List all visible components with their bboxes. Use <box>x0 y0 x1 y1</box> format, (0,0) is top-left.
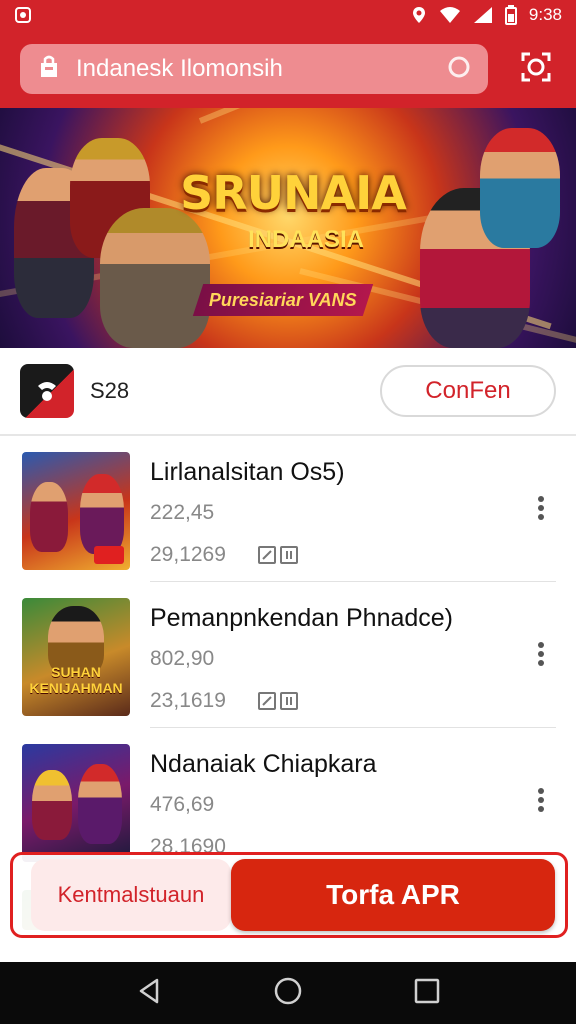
developer-logo[interactable] <box>20 364 74 418</box>
app-list: Lirlanalsitan Os5) 222,45 29,1269 SUHAN … <box>0 436 576 930</box>
banner-ribbon: Puresiariar VANS <box>192 284 374 316</box>
search-bar[interactable]: Indanesk Ilomonsih <box>20 44 488 94</box>
recents-icon <box>414 978 440 1009</box>
more-options-icon[interactable] <box>526 780 556 820</box>
secondary-button[interactable]: Kentmalstuaun <box>31 859 231 931</box>
location-icon <box>411 6 427 24</box>
primary-install-button[interactable]: Torfa APR <box>231 859 555 931</box>
home-icon <box>273 976 303 1011</box>
developer-row: S28 ConFen <box>0 348 576 436</box>
banner-subtitle: INDAASIA <box>247 226 364 253</box>
more-options-icon[interactable] <box>526 634 556 674</box>
store-bag-icon <box>36 54 62 85</box>
scan-icon <box>520 51 552 88</box>
app-screen: 9:38 Indanesk Ilomonsih SRUNAIA INDAASIA… <box>0 0 576 1024</box>
list-item[interactable]: Lirlanalsitan Os5) 222,45 29,1269 <box>0 436 576 582</box>
character-art <box>480 128 560 248</box>
clock: 9:38 <box>528 5 562 24</box>
top-app-bar: Indanesk Ilomonsih <box>0 30 576 108</box>
follow-button[interactable]: ConFen <box>380 365 556 417</box>
device-icon <box>280 692 298 710</box>
more-options-icon[interactable] <box>526 488 556 528</box>
search-label: Indanesk Ilomonsih <box>76 55 283 82</box>
app-thumbnail <box>22 452 130 570</box>
home-button[interactable] <box>268 973 308 1013</box>
app-date: 23,1619 <box>150 689 226 712</box>
list-item[interactable]: SUHAN KENIJAHMAN Pemanpnkendan Phnadce) … <box>0 582 576 728</box>
developer-name: S28 <box>90 378 130 403</box>
app-title: Ndanaiak Chiapkara <box>150 750 377 778</box>
recents-button[interactable] <box>407 973 447 1013</box>
app-title: Lirlanalsitan Os5) <box>150 458 345 486</box>
content-rating-icon <box>258 692 276 710</box>
voice-search-icon[interactable] <box>446 54 472 85</box>
app-size: 222,45 <box>150 501 215 524</box>
app-date: 29,1269 <box>150 543 226 566</box>
banner-title: SRUNAIA <box>180 166 407 220</box>
app-thumbnail: SUHAN KENIJAHMAN <box>22 598 130 716</box>
content-rating-icon <box>258 546 276 564</box>
app-size: 476,69 <box>150 793 215 816</box>
battery-icon <box>504 5 517 25</box>
navigation-bar <box>0 962 576 1024</box>
character-art <box>100 208 210 348</box>
install-action-bar: Kentmalstuaun Torfa APR <box>10 852 568 938</box>
thumbnail-caption: SUHAN KENIJAHMAN <box>29 664 123 696</box>
app-thumbnail <box>22 744 130 862</box>
wifi-icon <box>439 6 461 24</box>
app-size: 802,90 <box>150 647 215 670</box>
scan-button[interactable] <box>518 51 554 87</box>
back-button[interactable] <box>129 973 169 1013</box>
back-icon <box>135 977 163 1010</box>
status-bar: 9:38 <box>0 0 576 30</box>
device-icon <box>280 546 298 564</box>
app-title: Pemanpnkendan Phnadce) <box>150 604 454 632</box>
app-notification-icon <box>14 6 32 24</box>
promo-banner[interactable]: SRUNAIA INDAASIA Puresiariar VANS <box>0 108 576 348</box>
signal-icon <box>473 6 493 24</box>
